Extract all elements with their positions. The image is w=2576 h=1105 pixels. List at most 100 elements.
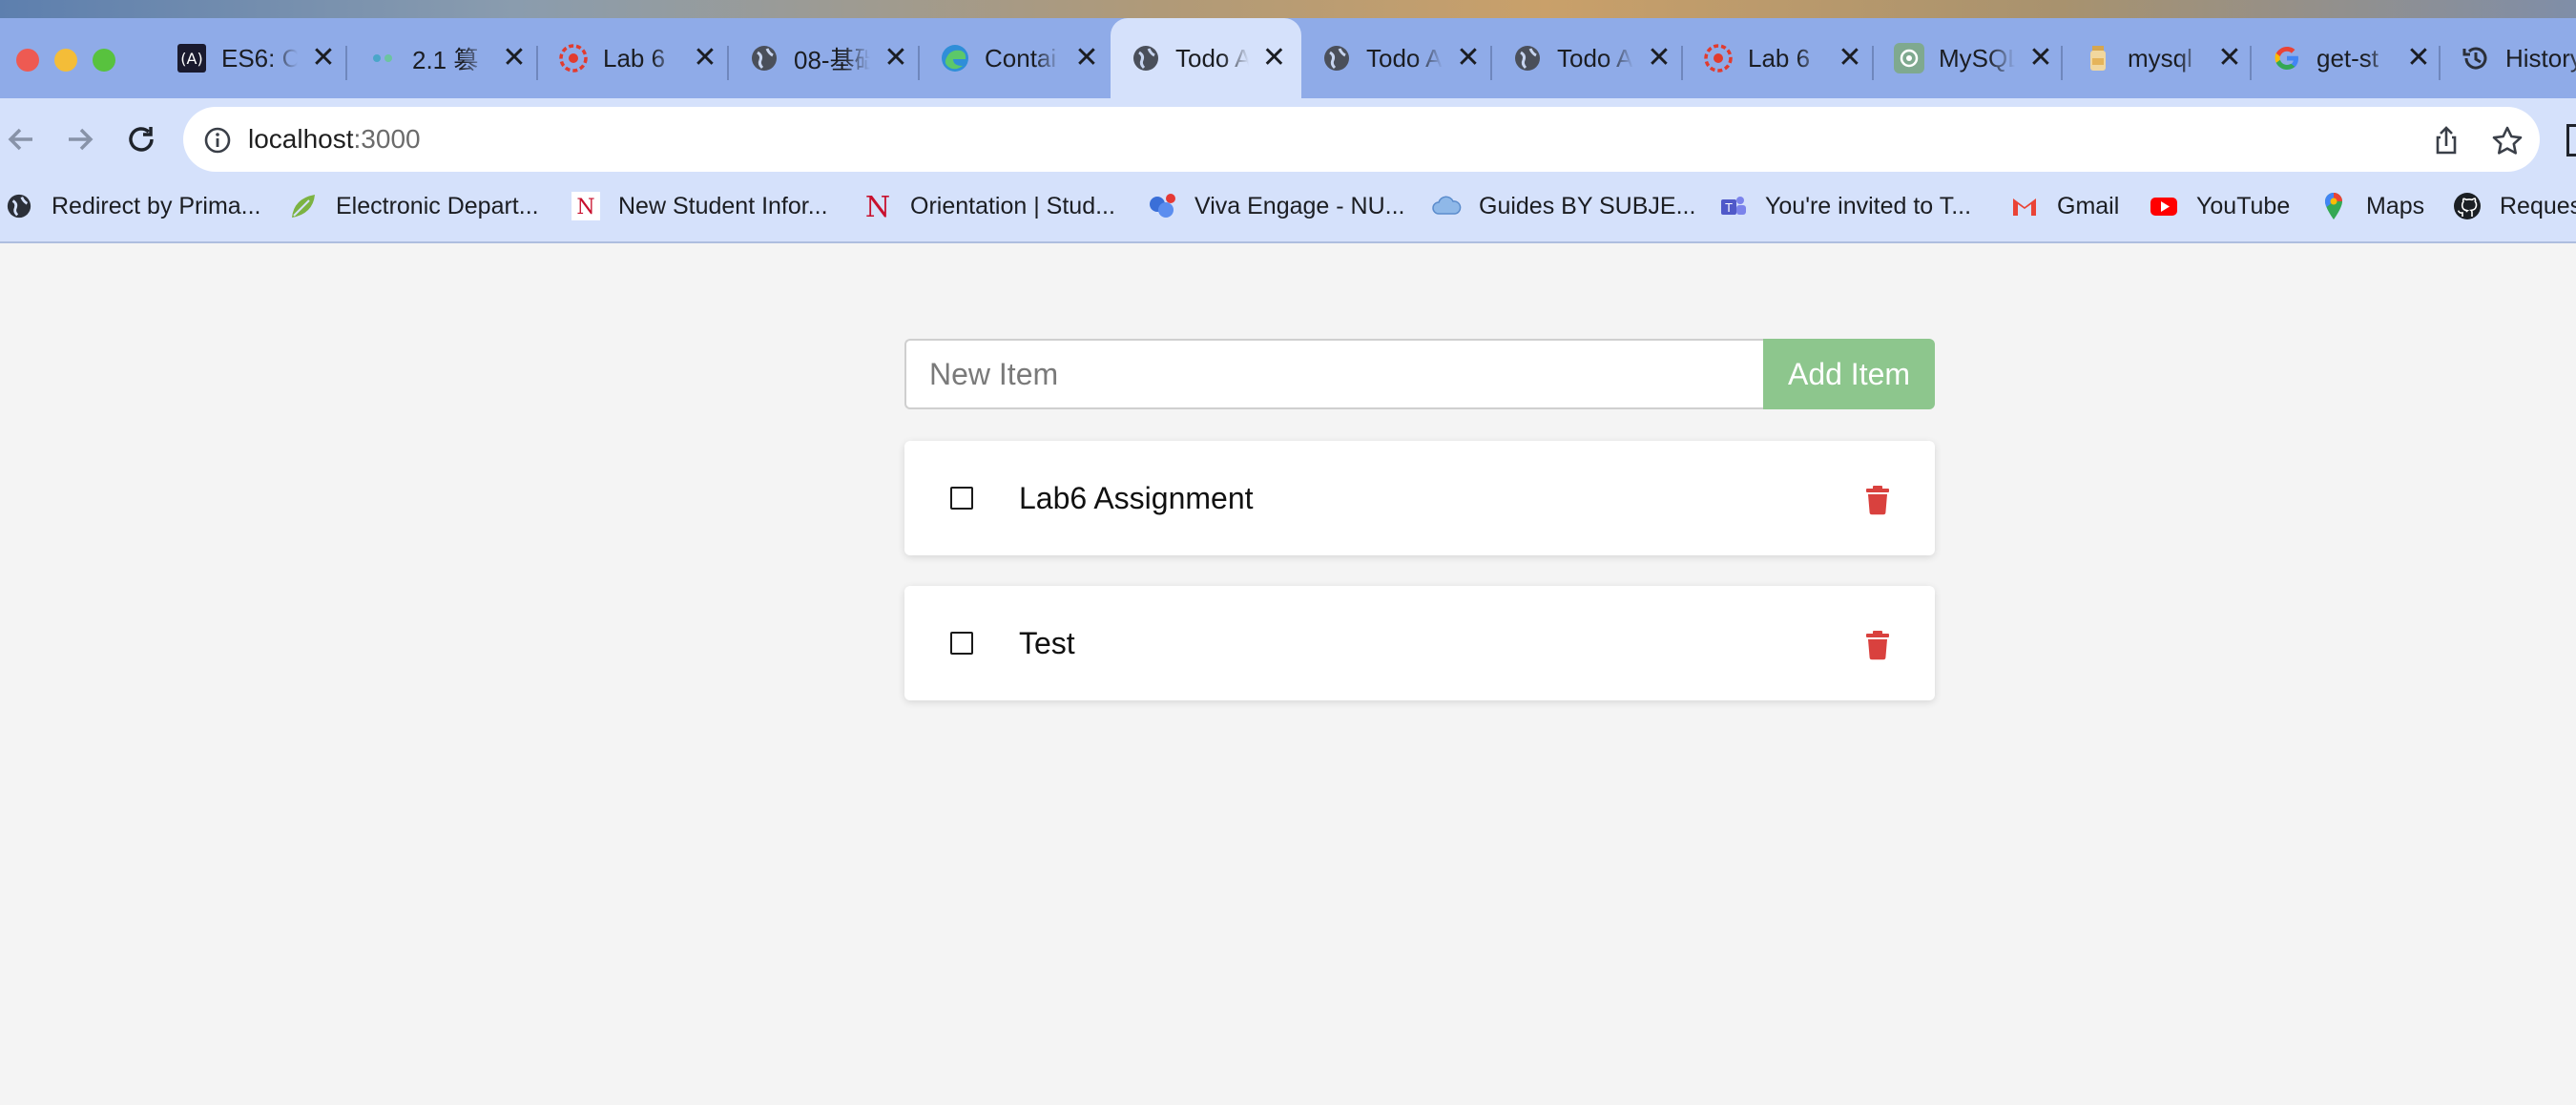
- close-tab-icon[interactable]: ✕: [883, 44, 908, 73]
- tab-title: ES6: C: [221, 43, 298, 73]
- close-tab-icon[interactable]: ✕: [1456, 44, 1481, 73]
- tab-title: Contai: [985, 43, 1057, 73]
- maximize-window-button[interactable]: [93, 49, 115, 72]
- google-icon: [2271, 42, 2303, 74]
- bookmark-item[interactable]: Electronic Depart...: [288, 187, 539, 225]
- bookmark-item[interactable]: Guides BY SUBJE...: [1431, 187, 1695, 225]
- address-bar[interactable]: [183, 107, 2540, 172]
- forward-button[interactable]: [59, 118, 101, 160]
- tab-divider: [918, 46, 920, 80]
- todo-text: Lab6 Assignment: [1019, 481, 1254, 515]
- bookmark-item[interactable]: T You're invited to T...: [1717, 187, 1971, 225]
- add-item-form: Add Item: [904, 339, 1935, 409]
- teams-icon: T: [1717, 191, 1748, 221]
- bookmark-label: Guides BY SUBJE...: [1479, 192, 1696, 219]
- bookmark-label: New Student Infor...: [618, 192, 828, 219]
- svg-text:(A): (A): [180, 50, 202, 68]
- tab-title: Todo A: [1175, 43, 1249, 73]
- northeastern-icon: N: [571, 191, 601, 221]
- close-tab-icon[interactable]: ✕: [1838, 44, 1862, 73]
- desktop-wallpaper-strip: [0, 0, 2576, 18]
- close-tab-icon[interactable]: ✕: [1074, 44, 1099, 73]
- close-window-button[interactable]: [16, 49, 39, 72]
- share-icon[interactable]: [2427, 122, 2465, 160]
- site-icon: [366, 42, 399, 74]
- globe-icon: [1320, 42, 1353, 74]
- es6-site-icon: (A): [176, 42, 208, 74]
- jar-icon: [2082, 42, 2114, 74]
- globe-icon: [1511, 42, 1544, 74]
- cloud-icon: [1431, 191, 1462, 221]
- browser-tab[interactable]: Todo A ✕: [1320, 18, 1496, 98]
- browser-tab[interactable]: mysql ✕: [2082, 18, 2257, 98]
- new-item-input[interactable]: [904, 339, 1763, 409]
- browser-tab[interactable]: Contai ✕: [939, 18, 1114, 98]
- bookmark-item[interactable]: N Orientation | Stud...: [862, 187, 1115, 225]
- reload-button[interactable]: [120, 118, 162, 160]
- bookmark-star-icon[interactable]: [2488, 122, 2526, 160]
- close-tab-icon[interactable]: ✕: [1262, 44, 1286, 73]
- bookmark-label: Maps: [2366, 192, 2425, 219]
- bookmark-item[interactable]: YouTube: [2149, 187, 2290, 225]
- globe-icon: [1130, 42, 1162, 74]
- tab-divider: [345, 46, 347, 80]
- site-info-icon[interactable]: [202, 125, 233, 156]
- bookmark-label: YouTube: [2196, 192, 2291, 219]
- todo-checkbox[interactable]: [950, 487, 973, 510]
- browser-tab[interactable]: (A) ES6: C ✕: [176, 18, 351, 98]
- tab-title: MySQL: [1939, 43, 2015, 73]
- browser-tab[interactable]: MySQL ✕: [1893, 18, 2068, 98]
- url-text[interactable]: localhost:3000: [248, 122, 421, 156]
- add-item-button[interactable]: Add Item: [1763, 339, 1935, 409]
- browser-tab[interactable]: 08-基础 ✕: [748, 18, 924, 98]
- bookmark-item[interactable]: Gmail: [2009, 187, 2119, 225]
- maps-icon: [2318, 191, 2349, 221]
- browser-tab[interactable]: Lab 6 ✕: [1702, 18, 1878, 98]
- history-icon: [2460, 42, 2492, 74]
- bookmark-label: You're invited to T...: [1765, 192, 1972, 219]
- trash-icon[interactable]: [1864, 485, 1891, 515]
- bookmark-item[interactable]: Viva Engage - NU...: [1147, 187, 1404, 225]
- close-tab-icon[interactable]: ✕: [693, 44, 717, 73]
- close-tab-icon[interactable]: ✕: [2217, 44, 2242, 73]
- tab-divider: [1872, 46, 1874, 80]
- tab-divider: [536, 46, 538, 80]
- bookmark-label: Viva Engage - NU...: [1195, 192, 1405, 219]
- bookmark-label: Orientation | Stud...: [910, 192, 1115, 219]
- close-tab-icon[interactable]: ✕: [311, 44, 336, 73]
- bookmark-label: Redirect by Prima...: [52, 192, 261, 219]
- canvas-icon: [557, 42, 590, 74]
- back-button[interactable]: [0, 118, 42, 160]
- bookmark-item[interactable]: Redirect by Prima...: [4, 187, 261, 225]
- close-tab-icon[interactable]: ✕: [502, 44, 527, 73]
- tab-divider: [2250, 46, 2252, 80]
- side-panel-icon[interactable]: [2566, 124, 2576, 156]
- trash-icon[interactable]: [1864, 630, 1891, 660]
- tab-title: Todo A: [1557, 43, 1633, 73]
- bookmark-item[interactable]: Maps: [2318, 187, 2424, 225]
- bookmark-item[interactable]: Reques: [2452, 187, 2576, 225]
- tab-title: get-st: [2316, 43, 2379, 73]
- browser-tab[interactable]: Lab 6 ✕: [557, 18, 733, 98]
- github-icon: [2452, 191, 2483, 221]
- close-tab-icon[interactable]: ✕: [2406, 44, 2431, 73]
- bookmark-label: Gmail: [2057, 192, 2120, 219]
- svg-text:T: T: [1724, 201, 1733, 215]
- todo-checkbox[interactable]: [950, 632, 973, 655]
- browser-tab[interactable]: Todo A ✕: [1511, 18, 1687, 98]
- minimize-window-button[interactable]: [54, 49, 77, 72]
- edge-icon: [939, 42, 971, 74]
- svg-text:N: N: [865, 191, 890, 221]
- browser-tab-active[interactable]: Todo A ✕: [1111, 18, 1301, 98]
- browser-tab[interactable]: get-st ✕: [2271, 18, 2446, 98]
- close-tab-icon[interactable]: ✕: [1647, 44, 1672, 73]
- tab-title: Lab 6: [1748, 43, 1811, 73]
- bookmark-item[interactable]: N New Student Infor...: [571, 187, 828, 225]
- canvas-icon: [1702, 42, 1735, 74]
- browser-tab[interactable]: History: [2460, 18, 2576, 98]
- tab-divider: [727, 46, 729, 80]
- close-tab-icon[interactable]: ✕: [2028, 44, 2053, 73]
- tab-divider: [1681, 46, 1683, 80]
- leaf-icon: [288, 191, 319, 221]
- browser-tab[interactable]: 2.1 篡 ✕: [366, 18, 542, 98]
